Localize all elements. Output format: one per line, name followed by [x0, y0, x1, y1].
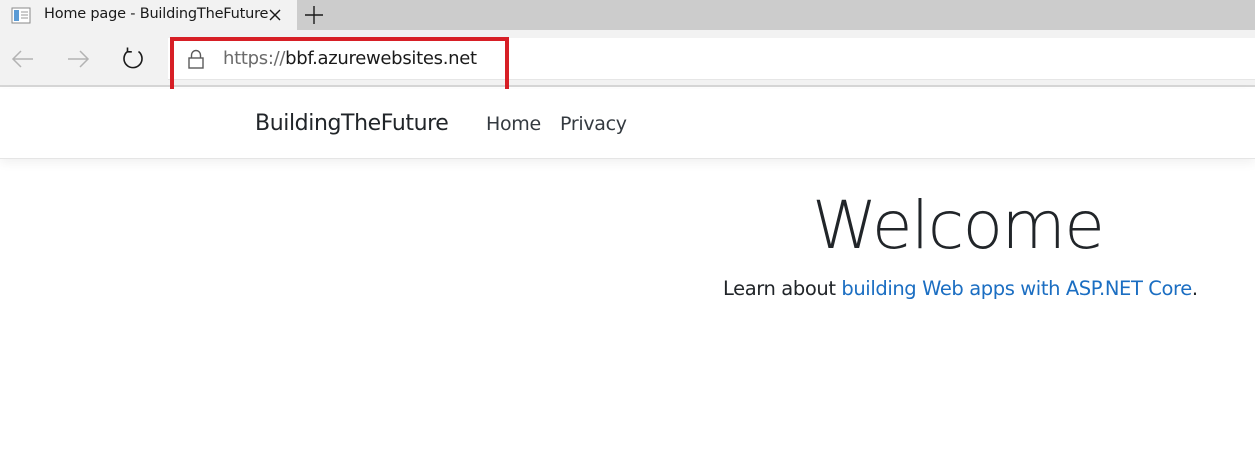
refresh-icon[interactable] — [119, 45, 147, 73]
tab-title: Home page - BuildingTheFuture — [44, 6, 269, 22]
site-header: BuildingTheFuture Home Privacy — [0, 89, 1255, 159]
nav-link-home[interactable]: Home — [486, 113, 541, 135]
tab-strip: Home page - BuildingTheFuture — [0, 0, 1255, 30]
arrow-left-icon[interactable] — [9, 45, 37, 73]
nav-link-privacy[interactable]: Privacy — [560, 113, 627, 135]
intro-text: Learn about building Web apps with ASP.N… — [723, 277, 1198, 300]
page-heading: Welcome — [812, 187, 1105, 264]
browser-tab[interactable]: Home page - BuildingTheFuture — [0, 0, 297, 30]
intro-suffix: . — [1191, 277, 1198, 300]
intro-prefix: Learn about — [723, 277, 842, 300]
close-icon[interactable] — [266, 6, 284, 24]
arrow-right-icon[interactable] — [64, 45, 92, 73]
page-icon — [11, 7, 31, 24]
docs-link[interactable]: building Web apps with ASP.NET Core — [841, 277, 1192, 300]
plus-icon[interactable] — [302, 3, 326, 27]
site-brand-link[interactable]: BuildingTheFuture — [255, 111, 449, 136]
url-highlight-box — [170, 37, 509, 95]
